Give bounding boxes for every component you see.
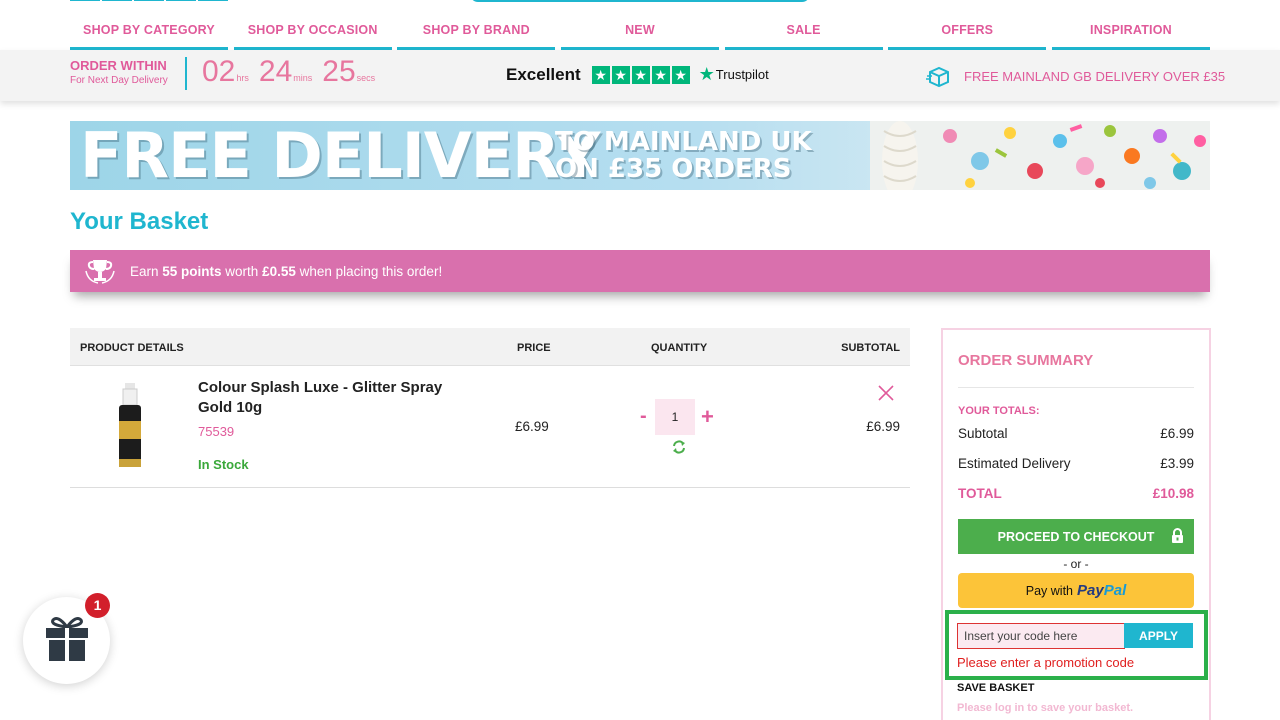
subtotal-value: £6.99 [1160, 426, 1194, 441]
main-nav: SHOP BY CATEGORY SHOP BY OCCASION SHOP B… [70, 20, 1210, 50]
star-icon: ★ [651, 65, 670, 84]
trustpilot-label: Trustpilot [715, 67, 769, 82]
rating-text: Excellent [506, 64, 581, 84]
proceed-to-checkout-button[interactable]: PROCEED TO CHECKOUT [958, 519, 1194, 554]
points-message: Earn 55 points worth £0.55 when placing … [130, 264, 442, 279]
your-totals-label: YOUR TOTALS: [958, 405, 1040, 417]
nav-shop-by-occasion[interactable]: SHOP BY OCCASION [233, 20, 392, 50]
trophy-icon [85, 260, 115, 284]
nav-sale[interactable]: SALE [724, 20, 883, 50]
points-suffix: when placing this order! [295, 263, 443, 279]
free-delivery-note[interactable]: FREE MAINLAND GB DELIVERY OVER £35 [926, 64, 1225, 88]
points-middle: worth [221, 263, 263, 279]
points-prefix: Earn [130, 263, 163, 279]
points-bar: Earn 55 points worth £0.55 when placing … [70, 250, 1210, 292]
paypal-logo-pal: Pal [1103, 582, 1127, 599]
order-summary-title: ORDER SUMMARY [958, 352, 1094, 369]
sprinkles-image [870, 121, 1210, 190]
countdown-secs: 25 [322, 55, 356, 88]
table-row: Colour Splash Luxe - Glitter Spray Gold … [70, 367, 910, 488]
subtotal-line: Subtotal £6.99 [958, 426, 1194, 441]
paypal-logo-pay: Pay [1077, 582, 1104, 599]
banner-subtext: TO MAINLAND UK ON £35 ORDERS [555, 129, 812, 183]
delivery-countdown: 02 hrs 24 mins 25 secs [202, 55, 385, 89]
star-icon: ★ [611, 65, 630, 84]
countdown-mins-unit: mins [293, 73, 313, 83]
countdown-mins: 24 [258, 55, 293, 88]
promo-code-input[interactable] [957, 623, 1125, 649]
nav-inspiration[interactable]: INSPIRATION [1051, 20, 1210, 50]
nav-offers[interactable]: OFFERS [888, 20, 1047, 50]
quantity-increase-button[interactable]: + [701, 404, 714, 430]
order-within-title: ORDER WITHIN [70, 58, 167, 73]
notification-badge: 1 [85, 593, 110, 618]
quantity-decrease-button[interactable]: - [640, 405, 647, 428]
banner-line-2: ON £35 ORDERS [555, 154, 792, 184]
page-title: Your Basket [70, 208, 209, 235]
rating-stars: ★ ★ ★ ★ ★ [591, 65, 690, 84]
nav-new[interactable]: NEW [560, 20, 719, 50]
product-image[interactable] [116, 383, 144, 469]
header-subtotal: SUBTOTAL [841, 342, 900, 354]
info-bar: ORDER WITHIN For Next Day Delivery 02 hr… [0, 50, 1280, 101]
banner-line-1: TO MAINLAND UK [555, 127, 812, 157]
product-code: 75539 [198, 424, 235, 439]
product-price: £6.99 [515, 419, 549, 434]
header-price: PRICE [517, 342, 551, 354]
delivery-line: Estimated Delivery £3.99 [958, 456, 1194, 471]
search-bar[interactable] [470, 0, 810, 2]
checkout-label: PROCEED TO CHECKOUT [997, 529, 1155, 544]
stock-status: In Stock [198, 457, 249, 472]
trustpilot-logo: ★ Trustpilot [699, 64, 769, 85]
delivery-label: Estimated Delivery [958, 456, 1071, 471]
save-basket-note[interactable]: Please log in to save your basket. [957, 702, 1133, 714]
points-amount: 55 points [162, 263, 222, 279]
quantity-input[interactable] [655, 399, 695, 435]
box-icon [926, 66, 949, 88]
star-icon: ★ [631, 65, 650, 84]
star-icon: ★ [591, 65, 610, 84]
star-icon: ★ [671, 65, 690, 84]
product-name[interactable]: Colour Splash Luxe - Glitter Spray Gold … [198, 378, 458, 418]
total-line: TOTAL £10.98 [958, 486, 1194, 501]
trustpilot-rating[interactable]: Excellent ★ ★ ★ ★ ★ ★ Trustpilot [506, 64, 769, 85]
site-logo[interactable]: ▬▬▬▬▬ [70, 0, 230, 4]
apply-promo-button[interactable]: APPLY [1124, 623, 1193, 648]
header-quantity: QUANTITY [651, 342, 708, 354]
order-within-subtitle: For Next Day Delivery [70, 75, 168, 86]
subtotal-label: Subtotal [958, 426, 1008, 441]
header-product-details: PRODUCT DETAILS [80, 342, 184, 354]
basket-table-header: PRODUCT DETAILS PRICE QUANTITY SUBTOTAL [70, 328, 910, 366]
lock-icon [1172, 528, 1183, 543]
paypal-prefix: Pay with [1025, 583, 1074, 598]
save-basket-title: SAVE BASKET [957, 682, 1035, 694]
points-value: £0.55 [262, 263, 296, 279]
delivery-value: £3.99 [1160, 456, 1194, 471]
free-delivery-banner[interactable]: FREE DELIVERY TO MAINLAND UK ON £35 ORDE… [70, 121, 1210, 190]
gift-icon [46, 617, 88, 661]
total-label: TOTAL [958, 486, 1002, 501]
or-separator: - or - [1063, 557, 1089, 571]
countdown-hours-unit: hrs [236, 73, 249, 83]
paypal-button[interactable]: Pay with Pay Pal [958, 573, 1194, 608]
close-icon[interactable] [877, 384, 895, 402]
refresh-icon[interactable] [671, 439, 687, 455]
divider [958, 387, 1194, 388]
nav-shop-by-brand[interactable]: SHOP BY BRAND [397, 20, 556, 50]
banner-headline: FREE DELIVERY [80, 121, 600, 190]
free-delivery-text: FREE MAINLAND GB DELIVERY OVER £35 [964, 68, 1226, 84]
countdown-hours: 02 [202, 55, 236, 88]
trustpilot-star-icon: ★ [698, 64, 715, 84]
nav-shop-by-category[interactable]: SHOP BY CATEGORY [70, 20, 228, 50]
order-within: ORDER WITHIN For Next Day Delivery [70, 58, 168, 86]
divider [185, 57, 187, 90]
product-subtotal: £6.99 [866, 419, 900, 434]
promo-error-message: Please enter a promotion code [957, 655, 1135, 670]
countdown-secs-unit: secs [356, 73, 376, 83]
total-value: £10.98 [1152, 486, 1194, 501]
